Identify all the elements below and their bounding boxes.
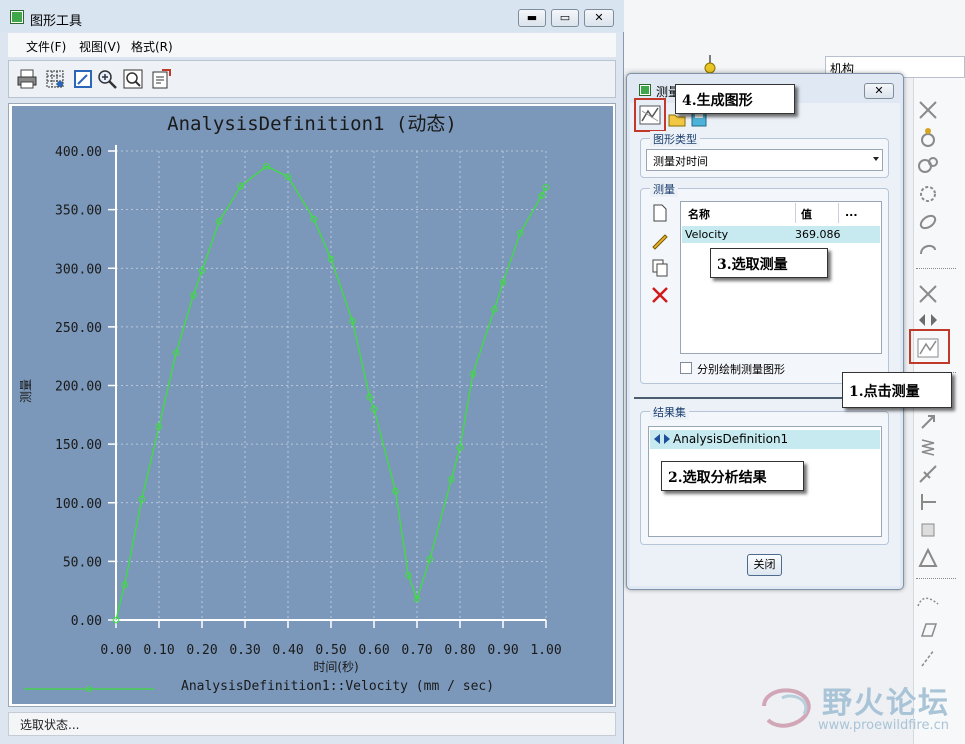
watermark-site-name: 野火论坛	[822, 686, 950, 721]
x-tick-label: 0.90	[487, 643, 518, 658]
new-measure-icon[interactable]	[650, 203, 670, 223]
y-tick-label: 250.00	[55, 321, 102, 336]
chart-x-label: 时间(秒)	[313, 660, 358, 674]
result-set-group-label: 结果集	[650, 404, 689, 420]
callout-step1: 1.点击测量	[842, 372, 952, 408]
curve-icon[interactable]	[916, 590, 940, 614]
x-tick-label: 0.50	[315, 643, 346, 658]
menu-format[interactable]: 格式(R)	[131, 38, 173, 55]
status-text: 选取状态...	[20, 718, 80, 732]
table-header-divider	[795, 203, 796, 223]
measure-highlight	[909, 329, 950, 364]
force-icon[interactable]	[916, 490, 940, 514]
copy-icon[interactable]	[650, 258, 670, 278]
measure-group-label: 测量	[650, 181, 678, 197]
graph-window-icon	[10, 10, 24, 24]
table-header-value[interactable]: 值	[801, 203, 812, 223]
x-tick-label: 0.80	[444, 643, 475, 658]
cam-icon[interactable]	[916, 210, 940, 234]
legend-label: AnalysisDefinition1::Velocity (mm / sec)	[181, 679, 494, 694]
separate-graph-checkbox[interactable]	[680, 362, 692, 374]
measure-name-cell: Velocity	[685, 228, 729, 241]
plane-icon[interactable]	[916, 618, 940, 642]
edit-pencil-icon[interactable]	[650, 230, 670, 250]
plot-area[interactable]: 0.00 0.10 0.20 0.30 0.40 0.50 0.60 0.70 0.80 0.90…	[12, 106, 613, 704]
status-bar	[8, 712, 616, 736]
table-header-divider	[838, 203, 839, 223]
x-tick-label: 0.00	[100, 643, 131, 658]
servo-icon[interactable]	[916, 126, 940, 150]
gear-settings-icon[interactable]	[916, 182, 940, 206]
table-header-name[interactable]: 名称	[688, 203, 710, 223]
axis-icon[interactable]	[916, 646, 940, 670]
pin-icon	[704, 55, 716, 74]
create-graph-button[interactable]	[634, 98, 666, 132]
graph-window-title: 图形工具	[30, 14, 83, 29]
y-tick-label: 150.00	[55, 438, 102, 453]
grid-icon[interactable]	[44, 68, 66, 90]
velocity-chart: 0.00 0.10 0.20 0.30 0.40 0.50 0.60 0.70 0.80 0.90…	[19, 113, 562, 694]
zoom-in-icon[interactable]	[96, 68, 118, 90]
separate-graph-label: 分别绘制测量图形	[697, 363, 785, 376]
callout-step4: 4.生成图形	[675, 84, 795, 114]
edit-axis-icon[interactable]	[72, 68, 94, 90]
toolbar-separator	[916, 578, 956, 579]
spring-icon[interactable]	[916, 436, 940, 460]
print-icon[interactable]	[16, 68, 38, 90]
x-tick-label: 0.20	[186, 643, 217, 658]
mass-properties-icon[interactable]	[916, 546, 940, 570]
callout-step3: 3.选取测量	[710, 248, 828, 278]
chart-y-label: 测量	[19, 379, 33, 403]
menu-view[interactable]: 视图(V)	[79, 38, 121, 55]
gear-icon[interactable]	[916, 154, 940, 178]
gravity-icon[interactable]	[916, 410, 940, 434]
measure-dialog-icon	[639, 84, 651, 96]
y-tick-label: 50.00	[63, 555, 102, 570]
initial-condition-icon[interactable]	[916, 518, 940, 542]
graph-type-group-label: 图形类型	[650, 131, 700, 147]
y-tick-label: 100.00	[55, 497, 102, 512]
graph-type-select[interactable]: 测量对时间	[646, 149, 883, 171]
table-header-more[interactable]: ...	[845, 203, 858, 223]
dialog-close-x-button[interactable]: ✕	[864, 83, 894, 99]
maximize-button[interactable]: ▭	[551, 9, 579, 27]
damper-icon[interactable]	[916, 462, 940, 486]
x-tick-label: 0.30	[229, 643, 260, 658]
toolbar-separator	[916, 268, 956, 269]
chart-title: AnalysisDefinition1 (动态)	[167, 113, 457, 135]
x-tick-label: 1.00	[530, 643, 561, 658]
chart-grid	[116, 150, 547, 620]
slot-icon[interactable]	[916, 238, 940, 262]
y-tick-label: 350.00	[55, 204, 102, 219]
x-tick-label: 0.60	[358, 643, 389, 658]
result-set-item-label: AnalysisDefinition1	[673, 432, 789, 446]
x-tick-label: 0.70	[401, 643, 432, 658]
x-tick-label: 0.10	[143, 643, 174, 658]
export-icon[interactable]	[150, 68, 172, 90]
analysis-icon[interactable]	[916, 282, 940, 306]
chart-ticks: 0.00 0.10 0.20 0.30 0.40 0.50 0.60 0.70 0.80 0.90…	[55, 145, 562, 658]
chevron-down-icon	[873, 157, 879, 161]
graph-icon	[639, 105, 661, 125]
menu-file[interactable]: 文件(F)	[26, 38, 66, 55]
y-tick-label: 300.00	[55, 262, 102, 277]
callout-step2: 2.选取分析结果	[661, 461, 804, 491]
close-button[interactable]: 关闭	[747, 554, 782, 576]
delete-icon[interactable]	[650, 285, 670, 305]
x-tick-label: 0.40	[272, 643, 303, 658]
y-tick-label: 400.00	[55, 145, 102, 160]
watermark-url: www.proewildfire.cn	[818, 718, 949, 733]
close-window-button[interactable]: ✕	[584, 9, 614, 27]
y-tick-label: 200.00	[55, 380, 102, 395]
zoom-fit-icon[interactable]	[122, 68, 144, 90]
y-tick-label: 0.00	[71, 614, 102, 629]
expand-arrows-icon[interactable]	[653, 433, 671, 445]
minimize-button[interactable]: ▬	[518, 9, 546, 27]
connect-icon[interactable]	[916, 98, 940, 122]
measure-value-cell: 369.086	[795, 228, 841, 241]
